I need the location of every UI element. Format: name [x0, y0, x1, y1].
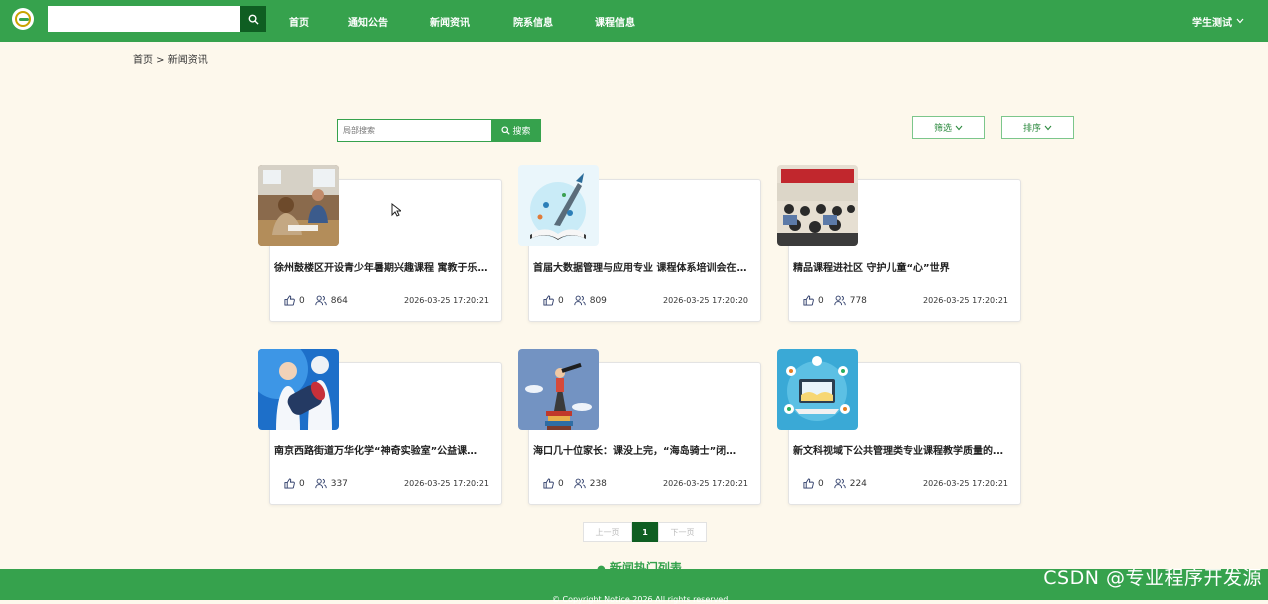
search-icon [248, 14, 259, 25]
news-title[interactable]: 精品课程进社区 守护儿童“心”世界 [793, 259, 1019, 274]
top-navbar: 首页 通知公告 新闻资讯 院系信息 课程信息 学生测试 [0, 0, 1268, 42]
news-title[interactable]: 南京西路街道万华化学“神奇实验室”公益课… [274, 442, 500, 457]
news-thumbnail[interactable] [777, 165, 858, 246]
filter-label: 筛选 [933, 124, 952, 134]
breadcrumb: 首页 > 新闻资讯 [133, 55, 208, 66]
chevron-down-icon [1044, 125, 1052, 130]
chevron-down-icon [1236, 18, 1244, 24]
local-search-input[interactable] [337, 119, 492, 142]
users-icon [315, 478, 327, 489]
view-count: 809 [589, 295, 607, 306]
news-title[interactable]: 首届大数据管理与应用专业 课程体系培训会在… [533, 259, 759, 274]
news-date: 2026-03-25 17:20:21 [923, 479, 1008, 488]
watermark: CSDN @专业程序开发源 [1043, 567, 1262, 589]
thumbs-up-icon[interactable] [803, 295, 814, 306]
users-icon [574, 478, 586, 489]
thumbs-up-icon[interactable] [284, 478, 295, 489]
pagination: 上一页 1 下一页 [583, 522, 707, 542]
like-count: 0 [558, 295, 564, 306]
mouse-cursor-icon [391, 203, 401, 217]
sort-button[interactable]: 排序 [1001, 116, 1074, 139]
user-name: 学生测试 [1192, 17, 1232, 29]
filter-button[interactable]: 筛选 [912, 116, 985, 139]
like-count: 0 [299, 478, 305, 489]
users-icon [574, 295, 586, 306]
news-thumbnail[interactable] [258, 165, 339, 246]
thumbs-up-icon[interactable] [284, 295, 295, 306]
global-search-input[interactable] [48, 6, 240, 32]
thumbs-up-icon[interactable] [543, 478, 554, 489]
like-count: 0 [558, 478, 564, 489]
view-count: 238 [589, 478, 607, 489]
users-icon [834, 478, 846, 489]
news-date: 2026-03-25 17:20:21 [404, 296, 489, 305]
news-title[interactable]: 徐州鼓楼区开设青少年暑期兴趣课程 寓教于乐… [274, 259, 500, 274]
news-meta: 0 809 2026-03-25 17:20:20 [543, 295, 748, 306]
nav-news[interactable]: 新闻资讯 [430, 0, 470, 42]
news-title[interactable]: 新文科视域下公共管理类专业课程教学质量的… [793, 442, 1019, 457]
news-meta: 0 337 2026-03-25 17:20:21 [284, 478, 489, 489]
view-count: 778 [849, 295, 867, 306]
search-icon [501, 126, 511, 135]
user-menu[interactable]: 学生测试 [1192, 0, 1244, 42]
global-search-button[interactable] [240, 6, 266, 32]
like-count: 0 [299, 295, 305, 306]
news-meta: 0 224 2026-03-25 17:20:21 [803, 478, 1008, 489]
news-date: 2026-03-25 17:20:21 [404, 479, 489, 488]
like-count: 0 [818, 478, 824, 489]
news-date: 2026-03-25 17:20:21 [663, 479, 748, 488]
search-button-label: 搜索 [512, 127, 531, 137]
news-thumbnail[interactable] [777, 349, 858, 430]
next-page-button[interactable]: 下一页 [658, 522, 707, 542]
news-meta: 0 778 2026-03-25 17:20:21 [803, 295, 1008, 306]
nav-home[interactable]: 首页 [289, 0, 309, 42]
users-icon [315, 295, 327, 306]
thumbs-up-icon[interactable] [543, 295, 554, 306]
sort-label: 排序 [1022, 124, 1041, 134]
nav-departments[interactable]: 院系信息 [513, 0, 553, 42]
news-meta: 0 238 2026-03-25 17:20:21 [543, 478, 748, 489]
nav-notices[interactable]: 通知公告 [348, 0, 388, 42]
view-count: 224 [849, 478, 867, 489]
news-thumbnail[interactable] [518, 349, 599, 430]
view-count: 864 [330, 295, 348, 306]
news-date: 2026-03-25 17:20:21 [923, 296, 1008, 305]
local-search-button[interactable]: 搜索 [491, 119, 541, 142]
like-count: 0 [818, 295, 824, 306]
thumbs-up-icon[interactable] [803, 478, 814, 489]
news-title[interactable]: 海口几十位家长：课没上完，“海岛骑士”闭… [533, 442, 759, 457]
page-number-current[interactable]: 1 [632, 522, 658, 542]
news-date: 2026-03-25 17:20:20 [663, 296, 748, 305]
site-logo[interactable] [12, 8, 34, 30]
chevron-down-icon [955, 125, 963, 130]
view-count: 337 [330, 478, 348, 489]
news-meta: 0 864 2026-03-25 17:20:21 [284, 295, 489, 306]
prev-page-button[interactable]: 上一页 [583, 522, 632, 542]
users-icon [834, 295, 846, 306]
nav-courses[interactable]: 课程信息 [595, 0, 635, 42]
news-thumbnail[interactable] [518, 165, 599, 246]
news-thumbnail[interactable] [258, 349, 339, 430]
